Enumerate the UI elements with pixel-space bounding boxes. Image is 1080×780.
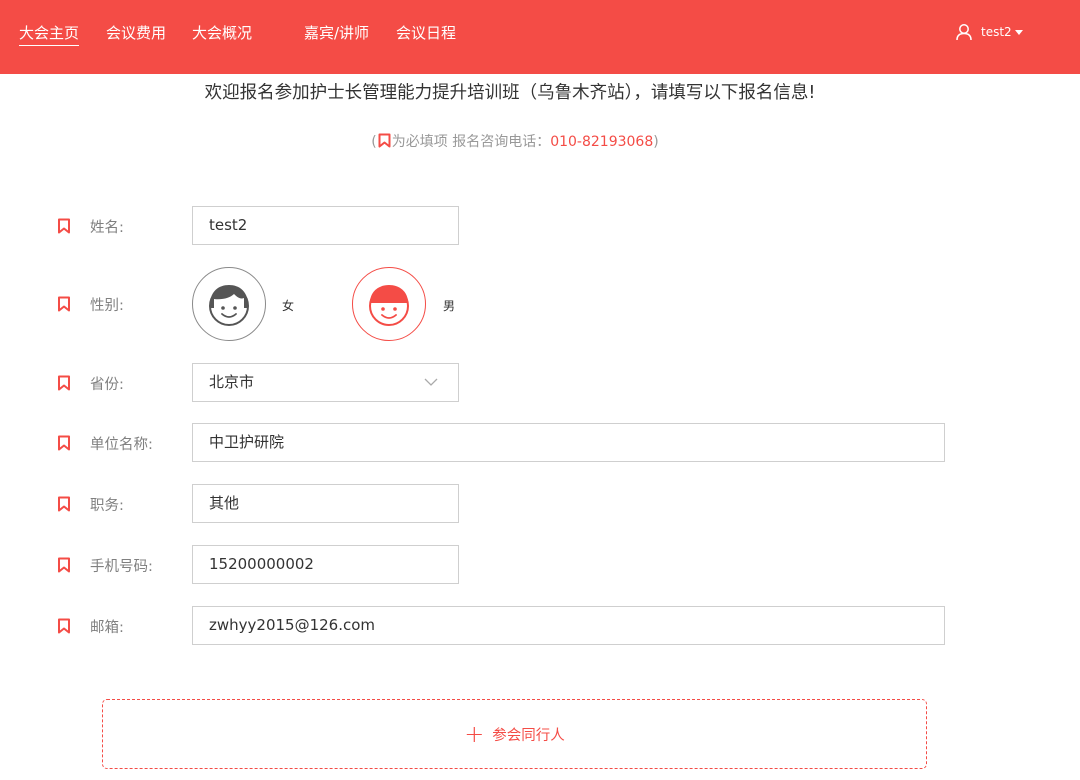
required-mark-icon [58, 496, 70, 512]
consult-phone: 010-82193068 [550, 134, 654, 150]
gender-label: 性别: [90, 298, 124, 314]
female-face-icon [209, 285, 249, 326]
email-label: 邮箱: [90, 620, 124, 636]
female-avatar-option[interactable] [192, 267, 266, 341]
male-face-icon [369, 285, 409, 326]
email-input[interactable]: zwhyy2015@126.com [192, 606, 945, 645]
hint-consult-text: 报名咨询电话： [452, 134, 551, 150]
chevron-down-icon [424, 378, 438, 386]
position-label: 职务: [90, 498, 124, 514]
hint-required-text: 为必填项 [391, 134, 448, 150]
required-mark-icon [58, 435, 70, 451]
org-label: 单位名称: [90, 437, 153, 453]
hint-close-paren: ) [653, 134, 659, 150]
province-select[interactable]: 北京市 [192, 363, 459, 402]
top-navbar: 大会主页 会议费用 大会概况 嘉宾/讲师 会议日程 test2 [0, 0, 1080, 74]
hint-open-paren: ( [371, 134, 377, 150]
phone-input[interactable]: 15200000002 [192, 545, 459, 584]
nav-item-speakers[interactable]: 嘉宾/讲师 [304, 22, 369, 46]
nav-item-fees[interactable]: 会议费用 [106, 22, 166, 46]
province-label: 省份: [90, 377, 124, 393]
required-mark-icon [58, 375, 70, 391]
required-mark-icon [58, 557, 70, 573]
required-mark-icon [378, 133, 391, 148]
plus-icon: + [464, 720, 485, 748]
name-input[interactable]: test2 [192, 206, 459, 245]
add-companion-label: 参会同行人 [492, 727, 565, 744]
caret-down-icon [1014, 29, 1023, 35]
org-input[interactable]: 中卫护研院 [192, 423, 945, 462]
required-hint: ( 为必填项 报名咨询电话：010-82193068) [0, 131, 1030, 151]
user-menu[interactable]: test2 [955, 20, 1023, 44]
province-selected-value: 北京市 [209, 373, 255, 391]
user-name: test2 [981, 25, 1012, 39]
name-label: 姓名: [90, 220, 124, 236]
nav-item-schedule[interactable]: 会议日程 [396, 22, 456, 46]
female-option-label[interactable]: 女 [282, 297, 294, 314]
position-input[interactable]: 其他 [192, 484, 459, 523]
male-avatar-option[interactable] [352, 267, 426, 341]
male-option-label[interactable]: 男 [443, 297, 455, 314]
required-mark-icon [58, 218, 70, 234]
required-mark-icon [58, 296, 70, 312]
welcome-heading: 欢迎报名参加护士长管理能力提升培训班（乌鲁木齐站），请填写以下报名信息! [204, 83, 816, 103]
nav-item-overview[interactable]: 大会概况 [192, 22, 252, 46]
add-companion-button[interactable]: + 参会同行人 [102, 699, 927, 769]
user-icon [956, 24, 972, 41]
required-mark-icon [58, 618, 70, 634]
nav-item-home[interactable]: 大会主页 [19, 22, 80, 46]
phone-label: 手机号码: [90, 559, 153, 575]
